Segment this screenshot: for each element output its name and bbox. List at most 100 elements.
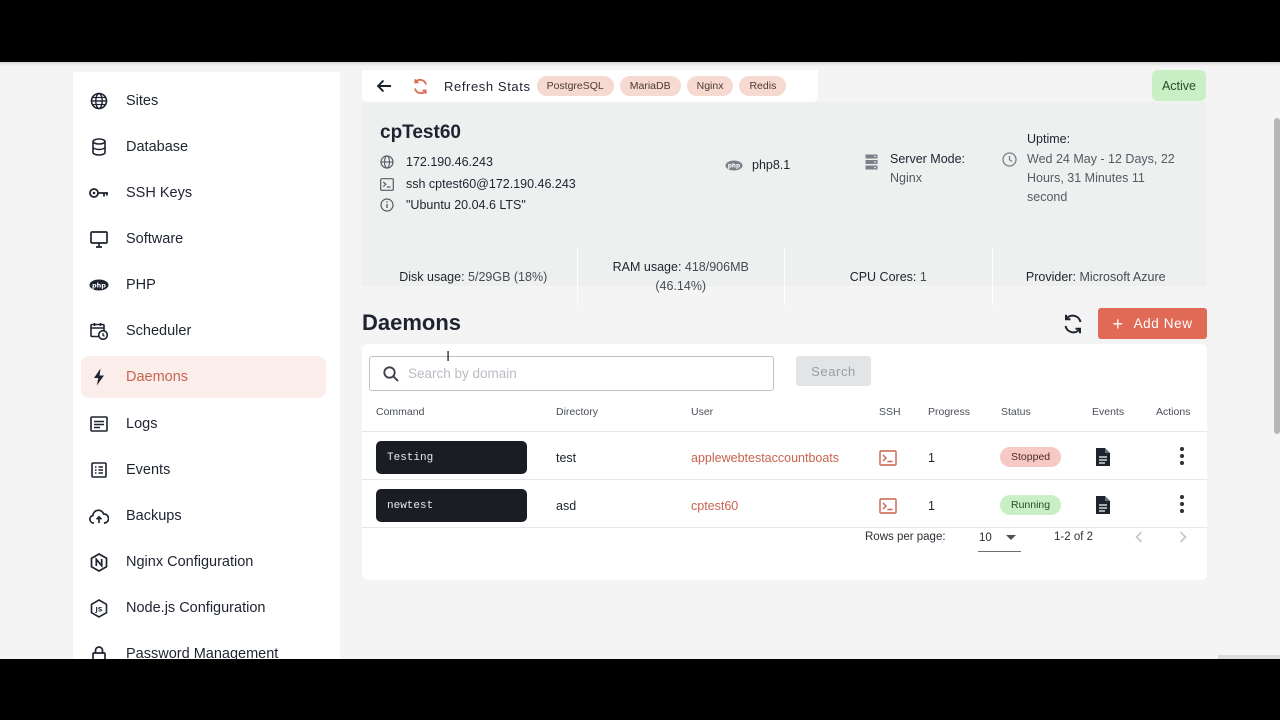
tech-badge-postgresql: PostgreSQL bbox=[536, 76, 614, 96]
tech-badge-redis: Redis bbox=[739, 76, 787, 96]
server-ip: 172.190.46.243 bbox=[406, 155, 493, 169]
disk-usage-label: Disk usage: bbox=[399, 269, 465, 284]
sidebar-item-database[interactable]: Database bbox=[81, 126, 326, 168]
uptime-value: Wed 24 May - 12 Days, 22 Hours, 31 Minut… bbox=[1027, 152, 1175, 204]
svg-text:php: php bbox=[92, 281, 106, 289]
terminal-ssh-icon[interactable] bbox=[879, 498, 897, 514]
tech-badge-mariadb: MariaDB bbox=[619, 76, 681, 96]
sidebar-item-scheduler[interactable]: Scheduler bbox=[81, 310, 326, 352]
sidebar-item-events[interactable]: Events bbox=[81, 449, 326, 491]
sidebar-item-label: Daemons bbox=[126, 369, 189, 385]
server-stats-row: Disk usage: 5/29GB (18%) RAM usage: 418/… bbox=[370, 248, 1199, 306]
monitor-icon bbox=[89, 229, 109, 249]
sidebar-item-sites[interactable]: Sites bbox=[81, 80, 326, 122]
command-pill[interactable]: newtest bbox=[376, 489, 527, 522]
events-list-icon bbox=[89, 460, 109, 480]
progress-cell: 1 bbox=[928, 451, 935, 465]
search-input[interactable] bbox=[408, 366, 748, 381]
sidebar-item-label: Password Management bbox=[126, 646, 279, 659]
column-header-status[interactable]: Status bbox=[1001, 406, 1031, 418]
column-header-user[interactable]: User bbox=[691, 406, 713, 418]
search-field[interactable] bbox=[369, 356, 774, 391]
progress-cell: 1 bbox=[928, 499, 935, 513]
refresh-stats-button[interactable]: Refresh Stats bbox=[444, 79, 531, 94]
column-header-progress[interactable]: Progress bbox=[928, 406, 970, 418]
column-header-directory[interactable]: Directory bbox=[556, 406, 598, 418]
provider-value: Microsoft Azure bbox=[1079, 269, 1166, 284]
status-badge: Stopped bbox=[1000, 447, 1062, 467]
sidebar-item-label: Backups bbox=[126, 508, 182, 524]
terminal-ssh-icon[interactable] bbox=[879, 450, 897, 466]
sidebar-item-label: Database bbox=[126, 139, 189, 155]
ram-usage-stat: RAM usage: 418/906MB (46.14%) bbox=[578, 248, 785, 306]
sidebar-item-software[interactable]: Software bbox=[81, 218, 326, 260]
php-icon: php bbox=[725, 160, 743, 171]
sidebar-item-password-management[interactable]: Password Management bbox=[81, 633, 326, 659]
column-header-ssh[interactable]: SSH bbox=[879, 406, 901, 418]
refresh-stats-icon[interactable] bbox=[410, 76, 430, 96]
status-badge: Running bbox=[1000, 495, 1062, 515]
server-mode-label: Server Mode: bbox=[890, 152, 966, 166]
add-daemon-button[interactable]: + Add New bbox=[1098, 308, 1207, 339]
more-actions-icon[interactable] bbox=[1177, 495, 1187, 513]
sidebar-item-daemons[interactable]: Daemons bbox=[81, 356, 326, 398]
search-button[interactable]: Search bbox=[796, 356, 871, 386]
php-icon: php bbox=[89, 275, 109, 295]
sidebar-item-nodejs-configuration[interactable]: JS Node.js Configuration bbox=[81, 587, 326, 629]
column-header-events[interactable]: Events bbox=[1092, 406, 1124, 418]
server-os-line: "Ubuntu 20.04.6 LTS" bbox=[380, 198, 526, 212]
daemons-table-card: Search Command Directory User SSH Progre… bbox=[362, 344, 1207, 580]
server-toolbar: Refresh Stats PostgreSQL MariaDB Nginx R… bbox=[362, 70, 818, 102]
previous-page-button[interactable] bbox=[1127, 524, 1151, 550]
document-icon[interactable] bbox=[1095, 447, 1111, 467]
sidebar-item-nginx-configuration[interactable]: Nginx Configuration bbox=[81, 541, 326, 583]
bolt-icon bbox=[89, 367, 109, 387]
server-ip-line: 172.190.46.243 bbox=[380, 155, 493, 169]
rows-per-page-select[interactable]: 10 bbox=[978, 524, 1021, 552]
divider bbox=[362, 431, 1207, 432]
page-scrollbar[interactable] bbox=[1274, 118, 1280, 434]
user-link[interactable]: cptest60 bbox=[691, 499, 738, 513]
logs-icon bbox=[89, 414, 109, 434]
next-page-button[interactable] bbox=[1171, 524, 1195, 550]
provider-label: Provider: bbox=[1025, 269, 1076, 284]
lock-icon bbox=[89, 644, 109, 659]
chevron-down-icon bbox=[1005, 535, 1016, 540]
sidebar-item-logs[interactable]: Logs bbox=[81, 403, 326, 445]
plus-icon: + bbox=[1112, 313, 1124, 334]
sidebar-item-label: SSH Keys bbox=[126, 185, 193, 201]
php-version-label: php8.1 bbox=[752, 158, 791, 172]
pagination-range: 1-2 of 2 bbox=[1054, 531, 1093, 543]
directory-cell: asd bbox=[556, 499, 577, 513]
user-link[interactable]: applewebtestaccountboats bbox=[691, 451, 839, 465]
uptime-label: Uptime: bbox=[1027, 132, 1071, 146]
rows-per-page-label: Rows per page: bbox=[865, 531, 946, 543]
command-pill[interactable]: Testing bbox=[376, 441, 527, 474]
info-icon bbox=[380, 198, 394, 212]
document-icon[interactable] bbox=[1095, 495, 1111, 515]
back-arrow-icon[interactable] bbox=[374, 76, 394, 96]
globe-icon bbox=[380, 155, 394, 169]
disk-usage-stat: Disk usage: 5/29GB (18%) bbox=[370, 248, 578, 306]
provider-stat: Provider: Microsoft Azure bbox=[993, 248, 1200, 306]
ram-usage-label: RAM usage: bbox=[612, 260, 682, 274]
server-ssh-line: ssh cptest60@172.190.46.243 bbox=[380, 177, 576, 191]
sidebar-item-ssh-keys[interactable]: SSH Keys bbox=[81, 172, 326, 214]
bottom-edge bbox=[1218, 655, 1280, 659]
sidebar: Sites Database SSH Keys Software php PHP bbox=[73, 72, 340, 659]
server-ssh-command: ssh cptest60@172.190.46.243 bbox=[406, 177, 576, 191]
chevron-left-icon bbox=[1135, 531, 1143, 543]
column-header-command[interactable]: Command bbox=[376, 406, 424, 418]
sidebar-item-backups[interactable]: Backups bbox=[81, 495, 326, 537]
more-actions-icon[interactable] bbox=[1177, 447, 1187, 465]
sidebar-item-php[interactable]: php PHP bbox=[81, 264, 326, 306]
server-rack-icon bbox=[865, 154, 878, 170]
disk-usage-value: 5/29GB (18%) bbox=[468, 269, 548, 284]
reload-daemons-icon[interactable] bbox=[1061, 312, 1085, 336]
sidebar-item-label: Scheduler bbox=[126, 323, 192, 339]
key-icon bbox=[89, 183, 109, 203]
top-shadow bbox=[0, 62, 1280, 66]
cpu-cores-stat: CPU Cores: 1 bbox=[785, 248, 993, 306]
sidebar-item-label: Events bbox=[126, 462, 171, 478]
php-version: php php8.1 bbox=[725, 158, 790, 172]
